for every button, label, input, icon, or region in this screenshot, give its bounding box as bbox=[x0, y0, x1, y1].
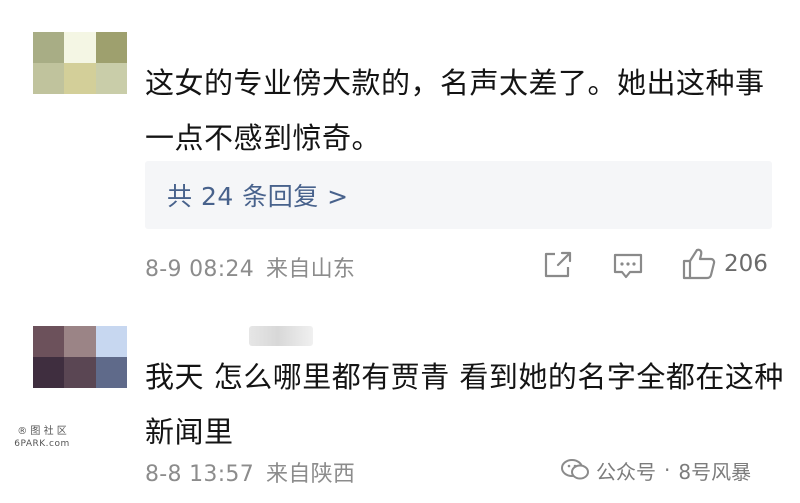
site-watermark: ® 图 社 区 6PARK.com bbox=[4, 425, 80, 451]
view-replies-button[interactable]: 共 24 条回复 > bbox=[145, 161, 772, 229]
avatar-pixel bbox=[64, 32, 96, 63]
wechat-icon bbox=[561, 459, 589, 480]
avatar-pixel bbox=[64, 63, 96, 94]
watermark-account: 8号风暴 bbox=[678, 459, 752, 484]
watermark-line1: ® 图 社 区 bbox=[17, 426, 67, 437]
watermark-label: 公众号 bbox=[596, 459, 656, 484]
view-replies-label: 共 24 条回复 > bbox=[167, 182, 349, 211]
wechat-watermark: 公众号 · 8号风暴 bbox=[560, 455, 751, 485]
comment-location: 来自山东 bbox=[266, 257, 356, 282]
avatar-pixel bbox=[95, 32, 127, 63]
thumbs-up-icon[interactable] bbox=[681, 247, 717, 285]
username-blurred bbox=[249, 326, 313, 346]
watermark-separator: · bbox=[664, 458, 671, 482]
avatar-pixel bbox=[33, 326, 65, 357]
avatar-pixel bbox=[95, 357, 127, 388]
avatar-pixel bbox=[64, 357, 96, 388]
avatar-pixel bbox=[64, 326, 96, 357]
comment-location: 来自陕西 bbox=[266, 462, 356, 487]
avatar-pixel bbox=[33, 32, 65, 63]
comment-meta: 8-9 08:24 来自山东 bbox=[145, 251, 367, 283]
avatar-pixel bbox=[33, 357, 65, 388]
share-icon[interactable] bbox=[542, 250, 574, 284]
avatar-pixel bbox=[95, 326, 127, 357]
avatar[interactable] bbox=[33, 326, 127, 388]
avatar-pixel bbox=[33, 63, 65, 94]
comment-text: 这女的专业傍大款的，名声太差了。她出这种事一点不感到惊奇。 bbox=[145, 66, 765, 155]
watermark-line2: 6PARK.com bbox=[14, 439, 70, 449]
like-count: 206 bbox=[724, 251, 768, 277]
avatar-pixel bbox=[95, 63, 127, 94]
comment-icon[interactable] bbox=[612, 252, 644, 284]
comment-date: 8-9 08:24 bbox=[145, 257, 255, 282]
comment-meta: 8-8 13:57 来自陕西 bbox=[145, 456, 367, 488]
comment-date: 8-8 13:57 bbox=[145, 462, 255, 487]
comment-text: 我天 怎么哪里都有贾青 看到她的名字全都在这种新闻里 bbox=[145, 360, 784, 449]
avatar[interactable] bbox=[33, 32, 127, 94]
